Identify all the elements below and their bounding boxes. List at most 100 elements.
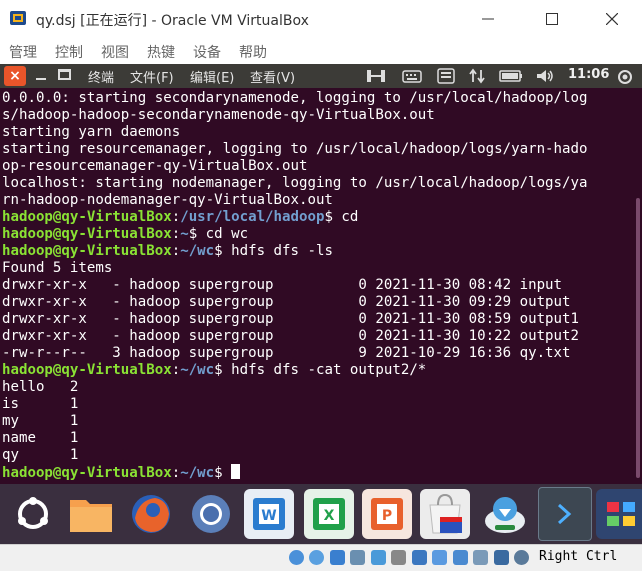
- update-manager-icon[interactable]: [480, 489, 530, 539]
- cpu-status-icon[interactable]: [473, 550, 488, 565]
- battery-icon[interactable]: [499, 68, 523, 84]
- terminal-text: starting resourcemanager, logging to /us…: [2, 141, 588, 157]
- menu-manage[interactable]: 管理: [9, 42, 37, 62]
- terminal-maximize-icon[interactable]: [58, 69, 71, 80]
- prompt-path: ~/wc: [180, 362, 215, 378]
- recording-status-icon[interactable]: [432, 550, 447, 565]
- terminal-line: hadoop@qy-VirtualBox:~$ cd wc: [2, 226, 587, 243]
- host-key-label: Right Ctrl: [539, 549, 618, 564]
- terminal-line: drwxr-xr-x - hadoop supergroup 0 2021-11…: [2, 294, 587, 311]
- terminal-text: $ hdfs dfs -ls: [214, 243, 333, 259]
- svg-text:X: X: [324, 508, 335, 524]
- volume-icon[interactable]: [535, 68, 555, 84]
- terminal-line: Found 5 items: [2, 260, 587, 277]
- terminal-line: rn-hadoop-nodemanager-qy-VirtualBox.out: [2, 192, 587, 209]
- mouse-integration-icon[interactable]: [514, 550, 529, 565]
- menu-devices[interactable]: 设备: [193, 42, 221, 62]
- audio-status-icon[interactable]: [309, 550, 324, 565]
- screen-status-icon[interactable]: [453, 550, 468, 565]
- terminal-launcher-icon[interactable]: [538, 487, 592, 541]
- terminal-line: starting resourcemanager, logging to /us…: [2, 141, 587, 158]
- terminal-line: starting yarn daemons: [2, 124, 587, 141]
- terminal-text: hello 2: [2, 379, 79, 395]
- window-title: qy.dsj [正在运行] - Oracle VM VirtualBox: [36, 13, 309, 29]
- panel-clock[interactable]: 11:06: [568, 67, 609, 82]
- menu-help[interactable]: 帮助: [239, 42, 267, 62]
- terminal-text: starting yarn daemons: [2, 124, 181, 140]
- prompt-user: hadoop@qy-VirtualBox: [2, 226, 172, 242]
- panel-menu-file[interactable]: 文件(F): [130, 67, 174, 86]
- optical-drive-icon[interactable]: [289, 550, 304, 565]
- power-settings-icon[interactable]: [616, 68, 634, 86]
- firefox-icon[interactable]: [126, 489, 176, 539]
- minimize-button[interactable]: [466, 4, 510, 34]
- terminal-text: :: [171, 226, 181, 242]
- ubuntu-dash-icon[interactable]: [8, 489, 58, 539]
- svg-text:P: P: [382, 508, 392, 524]
- terminal-text: :: [171, 465, 181, 481]
- vtx-status-icon[interactable]: [494, 550, 509, 565]
- terminal-text: :: [171, 243, 181, 259]
- terminal-line: -rw-r--r-- 3 hadoop supergroup 9 2021-10…: [2, 345, 587, 362]
- terminal-output: 0.0.0.0: starting secondarynamenode, log…: [2, 90, 587, 481]
- files-icon[interactable]: [66, 489, 116, 539]
- terminal-text: $ cd wc: [188, 226, 249, 242]
- terminal-text: qy 1: [2, 447, 79, 463]
- shared-folders-icon[interactable]: [371, 550, 386, 565]
- usb-status-icon[interactable]: [350, 550, 365, 565]
- terminal-line: hadoop@qy-VirtualBox:~/wc$ hdfs dfs -cat…: [2, 362, 587, 379]
- maximize-button[interactable]: [530, 4, 574, 34]
- chromium-icon[interactable]: [186, 489, 236, 539]
- minimize-icon: [482, 18, 494, 20]
- terminal-text: s/hadoop-hadoop-secondarynamenode-qy-Vir…: [2, 107, 435, 123]
- terminal-text: $: [214, 465, 232, 481]
- terminal-line: s/hadoop-hadoop-secondarynamenode-qy-Vir…: [2, 107, 587, 124]
- menu-control[interactable]: 控制: [55, 42, 83, 62]
- prompt-user: hadoop@qy-VirtualBox: [2, 362, 172, 378]
- impress-icon[interactable]: P: [362, 489, 412, 539]
- calc-icon[interactable]: X: [304, 489, 354, 539]
- terminal-text: drwxr-xr-x - hadoop supergroup 0 2021-11…: [2, 277, 563, 293]
- terminal-line: name 1: [2, 430, 587, 447]
- transfer-indicator-icon[interactable]: [468, 68, 486, 84]
- ubuntu-logo-icon: [18, 497, 48, 529]
- terminal-close-icon[interactable]: ×: [4, 66, 26, 86]
- firefox-logo-icon: [132, 495, 170, 533]
- terminal-text: -rw-r--r-- 3 hadoop supergroup 9 2021-10…: [2, 345, 571, 361]
- panel-menu-edit[interactable]: 编辑(E): [190, 67, 234, 86]
- terminal-line: 0.0.0.0: starting secondarynamenode, log…: [2, 90, 587, 107]
- panel-menu-terminal[interactable]: 终端: [88, 67, 114, 86]
- terminal-line: hadoop@qy-VirtualBox:~/wc$: [2, 464, 587, 481]
- close-button[interactable]: [590, 4, 634, 34]
- calc-logo-icon: X: [313, 498, 345, 530]
- input-method-icon[interactable]: [437, 68, 455, 84]
- terminal-window[interactable]: 0.0.0.0: starting secondarynamenode, log…: [0, 88, 634, 484]
- prompt-user: hadoop@qy-VirtualBox: [2, 209, 172, 225]
- display-status-icon[interactable]: [412, 550, 427, 565]
- network-indicator-icon[interactable]: [366, 68, 386, 84]
- panel-menu-view[interactable]: 查看(V): [250, 67, 295, 86]
- keyboard-indicator-icon[interactable]: [402, 68, 422, 84]
- workspaces-icon: [607, 502, 635, 526]
- terminal-scrollbar-thumb[interactable]: [636, 198, 640, 478]
- drag-drop-icon[interactable]: [391, 550, 406, 565]
- menu-view[interactable]: 视图: [101, 42, 129, 62]
- terminal-line: hadoop@qy-VirtualBox:/usr/local/hadoop$ …: [2, 209, 587, 226]
- terminal-minimize-icon[interactable]: [34, 67, 48, 83]
- terminal-text: op-resourcemanager-qy-VirtualBox.out: [2, 158, 308, 174]
- terminal-scrollbar[interactable]: [634, 88, 642, 484]
- maximize-icon: [546, 13, 558, 25]
- folder-icon: [70, 500, 112, 532]
- terminal-text: localhost: starting nodemanager, logging…: [2, 175, 588, 191]
- terminal-text: is 1: [2, 396, 79, 412]
- terminal-line: is 1: [2, 396, 587, 413]
- terminal-text: name 1: [2, 430, 79, 446]
- network-status-icon[interactable]: [330, 550, 345, 565]
- menu-hotkey[interactable]: 热键: [147, 42, 175, 62]
- writer-icon[interactable]: W: [244, 489, 294, 539]
- vbox-menubar: 管理 控制 视图 热键 设备 帮助: [0, 38, 642, 65]
- workspace-switcher-icon[interactable]: [596, 489, 642, 539]
- prompt-path: ~/wc: [180, 465, 215, 481]
- terminal-line: hello 2: [2, 379, 587, 396]
- software-center-icon[interactable]: [420, 489, 470, 539]
